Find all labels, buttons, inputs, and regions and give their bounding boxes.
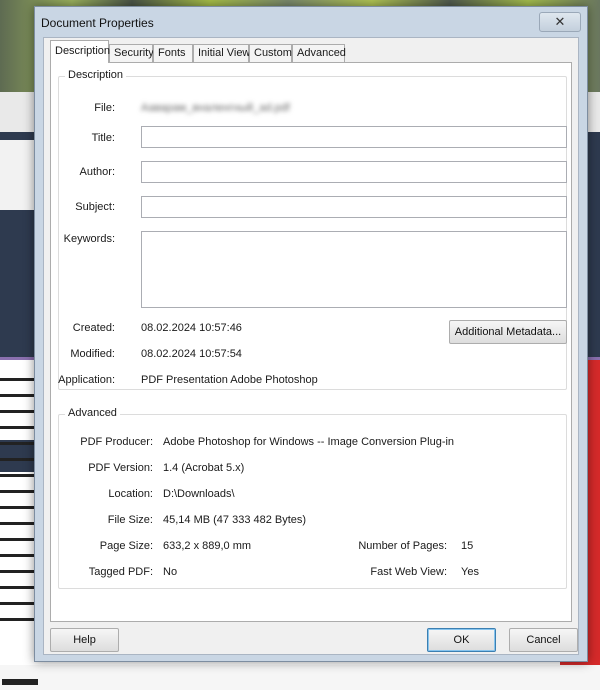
help-button[interactable]: Help bbox=[50, 628, 119, 652]
document-properties-dialog: Document Properties ✕ Description Securi… bbox=[34, 6, 588, 662]
number-of-pages-value: 15 bbox=[461, 540, 474, 552]
pdf-version-label: PDF Version: bbox=[88, 462, 153, 474]
keywords-label: Keywords: bbox=[63, 233, 115, 245]
title-bar[interactable]: Document Properties ✕ bbox=[35, 7, 587, 35]
title-label: Title: bbox=[91, 132, 115, 144]
page-size-value: 633,2 x 889,0 mm bbox=[163, 540, 252, 552]
tagged-pdf-label: Tagged PDF: bbox=[88, 566, 153, 578]
page-size-label: Page Size: bbox=[99, 540, 153, 552]
created-value: 08.02.2024 10:57:46 bbox=[141, 322, 242, 334]
description-group: Description File: Ааварам_вналенгный_ad.… bbox=[58, 69, 567, 390]
tab-initial-view[interactable]: Initial View bbox=[193, 44, 250, 62]
file-size-label: File Size: bbox=[107, 514, 153, 526]
file-size-value: 45,14 MB (47 333 482 Bytes) bbox=[163, 514, 307, 526]
title-field[interactable] bbox=[141, 126, 567, 148]
author-field[interactable] bbox=[141, 161, 567, 183]
advanced-group-title: Advanced bbox=[65, 407, 120, 419]
number-of-pages-label: Number of Pages: bbox=[358, 540, 447, 552]
application-value: PDF Presentation Adobe Photoshop bbox=[141, 374, 318, 386]
fast-web-view-value: Yes bbox=[461, 566, 479, 578]
keywords-field[interactable] bbox=[141, 231, 567, 308]
modified-value: 08.02.2024 10:57:54 bbox=[141, 348, 242, 360]
window-title: Document Properties bbox=[41, 16, 154, 30]
fast-web-view-label: Fast Web View: bbox=[370, 566, 447, 578]
advanced-group: Advanced PDF Producer: Adobe Photoshop f… bbox=[58, 407, 567, 589]
pdf-producer-label: PDF Producer: bbox=[80, 436, 153, 448]
tab-custom[interactable]: Custom bbox=[249, 44, 292, 62]
tagged-pdf-value: No bbox=[163, 566, 178, 578]
tab-description[interactable]: Description bbox=[50, 40, 110, 63]
file-label: File: bbox=[94, 102, 115, 114]
file-value: Ааварам_вналенгный_ad.pdf bbox=[141, 102, 290, 114]
cancel-button[interactable]: Cancel bbox=[509, 628, 578, 652]
location-value: D:\Downloads\ bbox=[163, 488, 235, 500]
description-panel: Description File: Ааварам_вналенгный_ad.… bbox=[50, 62, 572, 622]
subject-field[interactable] bbox=[141, 196, 567, 218]
ok-button[interactable]: OK bbox=[427, 628, 496, 652]
author-label: Author: bbox=[79, 166, 115, 178]
close-button[interactable]: ✕ bbox=[539, 12, 581, 32]
tab-advanced[interactable]: Advanced bbox=[292, 44, 346, 62]
modified-label: Modified: bbox=[70, 348, 115, 360]
pdf-producer-value: Adobe Photoshop for Windows -- Image Con… bbox=[163, 436, 455, 448]
tab-fonts[interactable]: Fonts bbox=[153, 44, 193, 62]
subject-label: Subject: bbox=[75, 201, 115, 213]
close-icon: ✕ bbox=[554, 14, 566, 30]
created-label: Created: bbox=[72, 322, 115, 334]
tab-security[interactable]: Security bbox=[109, 44, 154, 62]
dialog-client: Description Security Fonts Initial View … bbox=[43, 37, 579, 655]
location-label: Location: bbox=[108, 488, 153, 500]
description-group-title: Description bbox=[65, 69, 127, 81]
additional-metadata-button[interactable]: Additional Metadata... bbox=[449, 320, 567, 344]
application-label: Application: bbox=[58, 374, 115, 386]
pdf-version-value: 1.4 (Acrobat 5.x) bbox=[163, 462, 245, 474]
